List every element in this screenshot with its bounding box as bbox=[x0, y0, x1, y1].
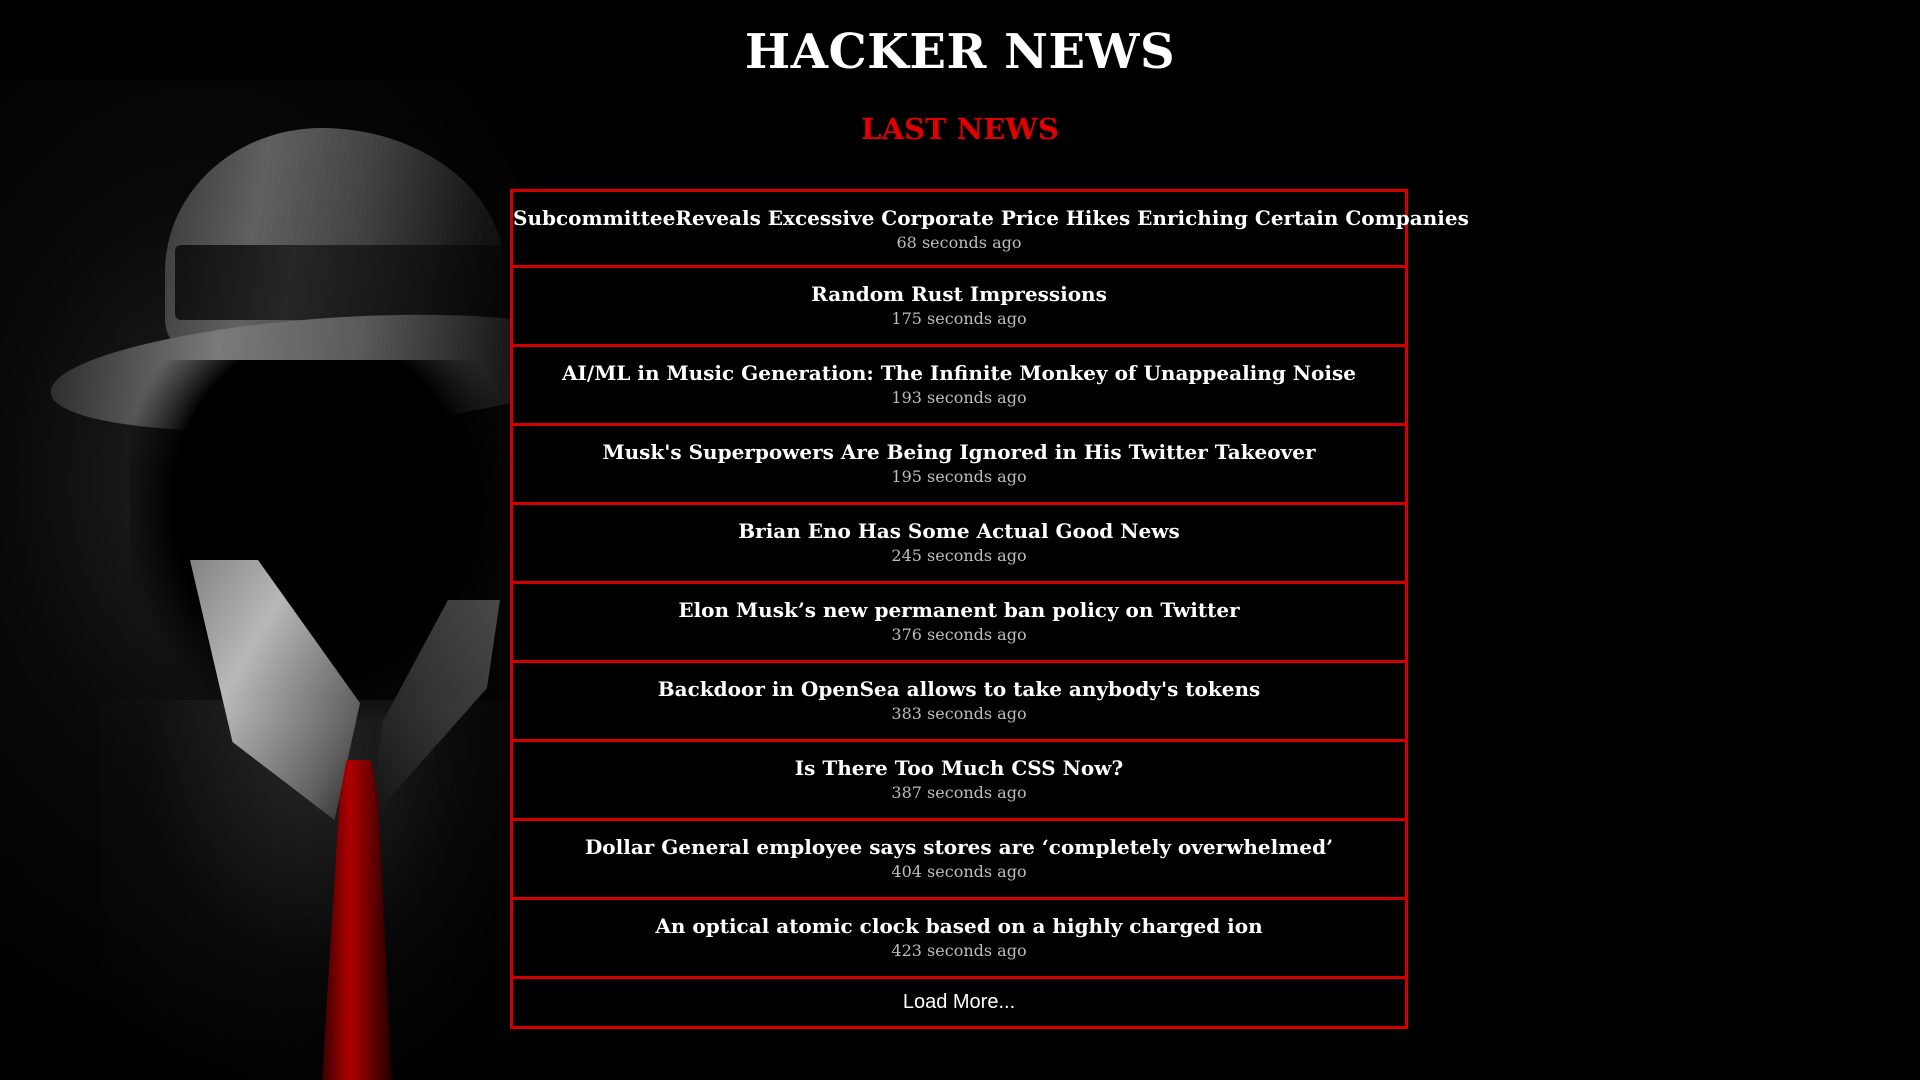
news-time: 383 seconds ago bbox=[891, 704, 1027, 723]
news-time: 175 seconds ago bbox=[891, 309, 1027, 328]
news-title[interactable]: Dollar General employee says stores are … bbox=[513, 821, 1405, 860]
site-title: HACKER NEWS bbox=[744, 24, 1176, 80]
news-item[interactable]: Elon Musk’s new permanent ban policy on … bbox=[510, 584, 1408, 663]
section-title: LAST NEWS bbox=[861, 112, 1059, 146]
news-time: 387 seconds ago bbox=[891, 783, 1027, 802]
news-time: 193 seconds ago bbox=[891, 388, 1027, 407]
face-shadow bbox=[130, 360, 510, 720]
news-title[interactable]: An optical atomic clock based on a highl… bbox=[513, 900, 1405, 939]
fedora-brim bbox=[46, 298, 560, 448]
news-item[interactable]: AI/ML in Music Generation: The Infinite … bbox=[510, 347, 1408, 426]
news-time: 68 seconds ago bbox=[896, 233, 1022, 252]
news-title[interactable]: Is There Too Much CSS Now? bbox=[513, 742, 1405, 781]
figure-suit bbox=[100, 700, 560, 1080]
shirt-collar-right bbox=[370, 600, 500, 820]
news-title[interactable]: Brian Eno Has Some Actual Good News bbox=[513, 505, 1405, 544]
news-item[interactable]: An optical atomic clock based on a highl… bbox=[510, 900, 1408, 979]
news-item[interactable]: Musk's Superpowers Are Being Ignored in … bbox=[510, 426, 1408, 505]
news-time: 195 seconds ago bbox=[891, 467, 1027, 486]
news-item[interactable]: Backdoor in OpenSea allows to take anybo… bbox=[510, 663, 1408, 742]
load-more-button[interactable]: Load More... bbox=[510, 979, 1408, 1029]
news-title[interactable]: SubcommitteeReveals Excessive Corporate … bbox=[513, 192, 1469, 231]
news-item[interactable]: Random Rust Impressions 175 seconds ago bbox=[510, 268, 1408, 347]
news-item[interactable]: SubcommitteeReveals Excessive Corporate … bbox=[510, 189, 1469, 268]
news-time: 376 seconds ago bbox=[891, 625, 1027, 644]
news-title[interactable]: Musk's Superpowers Are Being Ignored in … bbox=[513, 426, 1405, 465]
news-item[interactable]: Dollar General employee says stores are … bbox=[510, 821, 1408, 900]
fedora-band bbox=[175, 245, 505, 320]
news-title[interactable]: AI/ML in Music Generation: The Infinite … bbox=[513, 347, 1405, 386]
news-time: 245 seconds ago bbox=[891, 546, 1027, 565]
news-time: 404 seconds ago bbox=[891, 862, 1027, 881]
news-title[interactable]: Random Rust Impressions bbox=[513, 268, 1405, 307]
background-hacker-figure bbox=[0, 0, 560, 1080]
news-time: 423 seconds ago bbox=[891, 941, 1027, 960]
news-item[interactable]: Is There Too Much CSS Now? 387 seconds a… bbox=[510, 742, 1408, 821]
news-title[interactable]: Elon Musk’s new permanent ban policy on … bbox=[513, 584, 1405, 623]
news-title[interactable]: Backdoor in OpenSea allows to take anybo… bbox=[513, 663, 1405, 702]
red-tie bbox=[322, 760, 392, 1080]
figure-glow bbox=[0, 80, 560, 1080]
fedora-crown bbox=[165, 128, 505, 368]
news-list: SubcommitteeReveals Excessive Corporate … bbox=[510, 189, 1469, 1029]
shirt-collar-left bbox=[190, 560, 360, 820]
news-item[interactable]: Brian Eno Has Some Actual Good News 245 … bbox=[510, 505, 1408, 584]
